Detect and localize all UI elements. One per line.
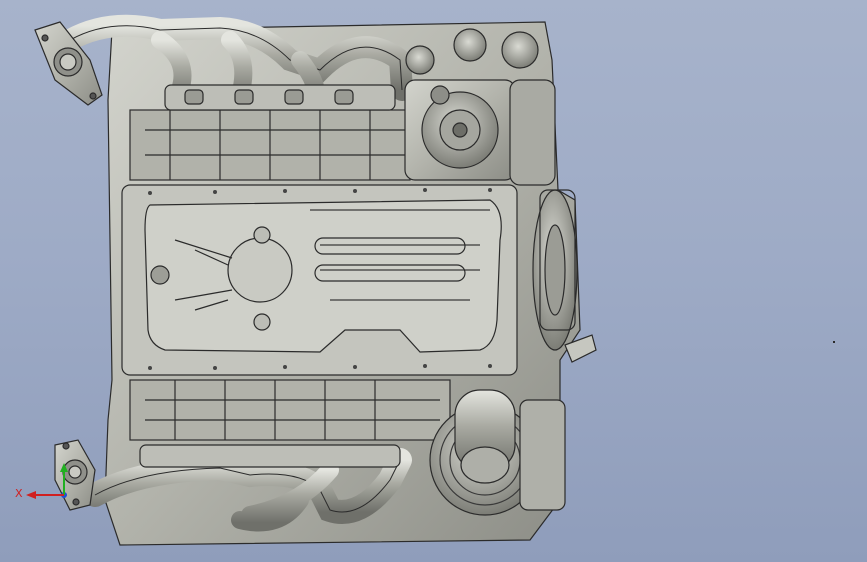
viewport-speck [833, 341, 835, 343]
triad-y-arrow [60, 463, 68, 472]
reference-triad: X [15, 463, 68, 500]
engine-model[interactable] [0, 0, 867, 562]
graphics-viewport[interactable]: X [0, 0, 867, 562]
triad-x-arrow [26, 491, 36, 499]
triad-x-label: X [15, 487, 23, 500]
